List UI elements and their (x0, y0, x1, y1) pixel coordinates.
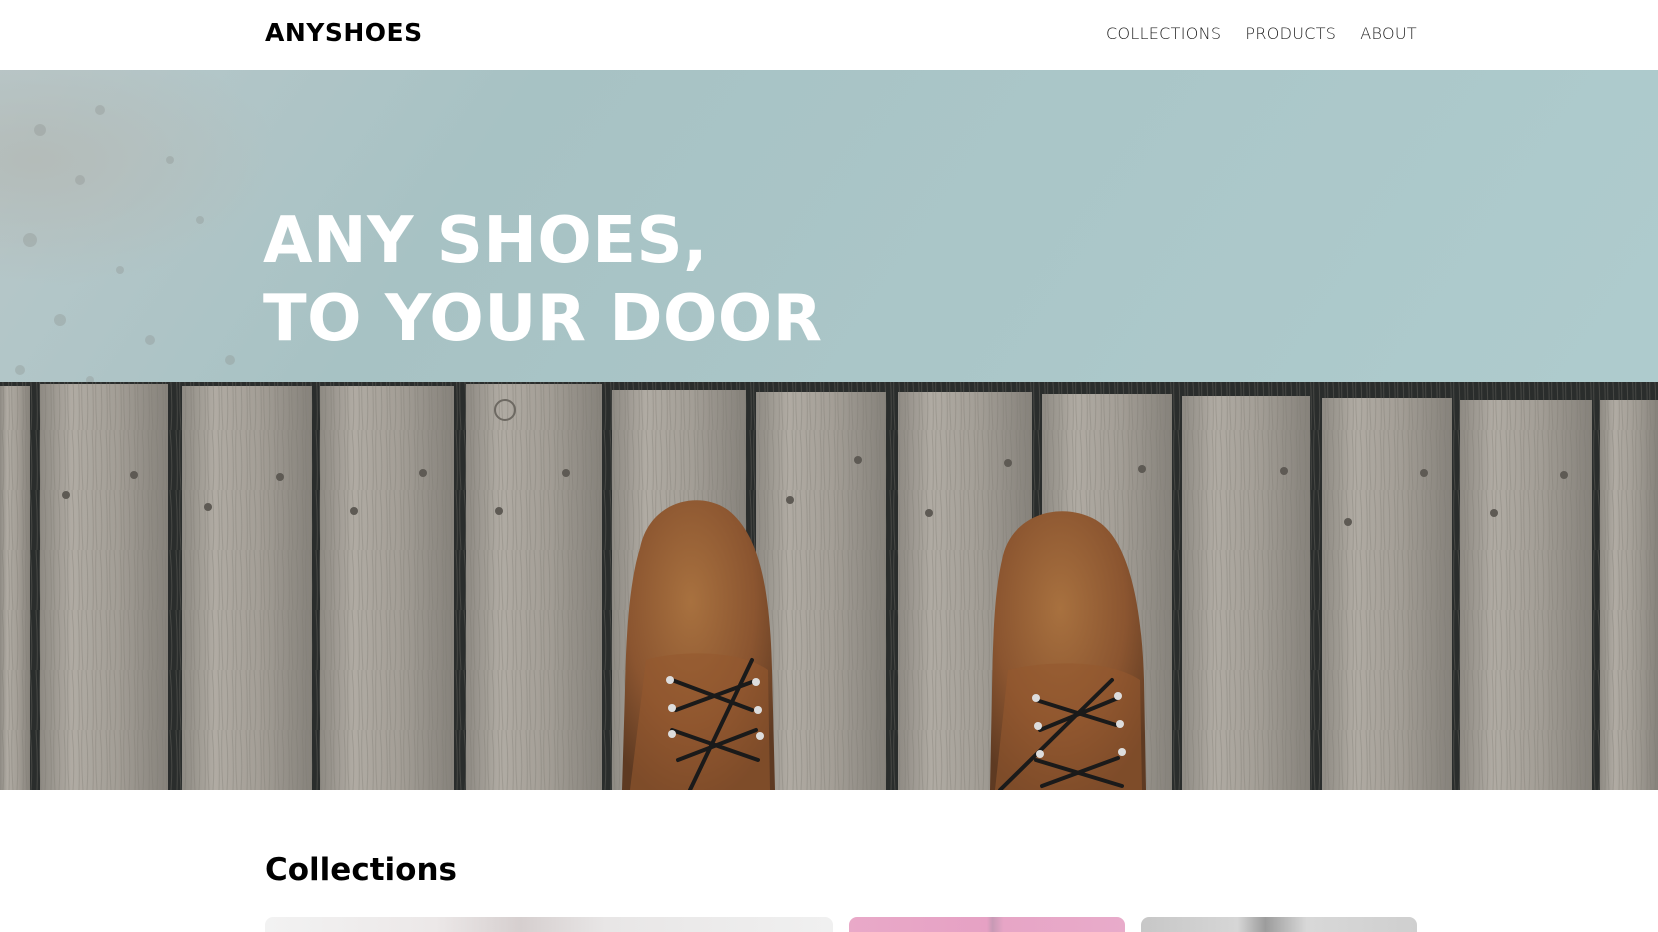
hero-title-line-1: ANY SHOES, (263, 204, 708, 278)
collection-card[interactable] (849, 917, 1125, 932)
left-boot (622, 500, 775, 790)
site-logo[interactable]: ANYSHOES (265, 18, 423, 47)
collection-card[interactable] (265, 917, 833, 932)
hero-image (0, 70, 1658, 790)
hero-title-line-2: TO YOUR DOOR (263, 282, 823, 356)
collections-heading: Collections (265, 852, 457, 888)
nav-about-link[interactable]: ABOUT (1360, 24, 1417, 43)
boardwalk-planks (0, 382, 1658, 790)
nav-products-link[interactable]: PRODUCTS (1245, 24, 1336, 43)
site-header: ANYSHOES COLLECTIONS PRODUCTS ABOUT (0, 0, 1658, 70)
hero-title: ANY SHOES, TO YOUR DOOR (263, 202, 823, 358)
hero-banner: ANY SHOES, TO YOUR DOOR (0, 70, 1658, 790)
collection-card[interactable] (1141, 917, 1417, 932)
main-nav: COLLECTIONS PRODUCTS ABOUT (1106, 24, 1417, 43)
nav-collections-link[interactable]: COLLECTIONS (1106, 24, 1221, 43)
